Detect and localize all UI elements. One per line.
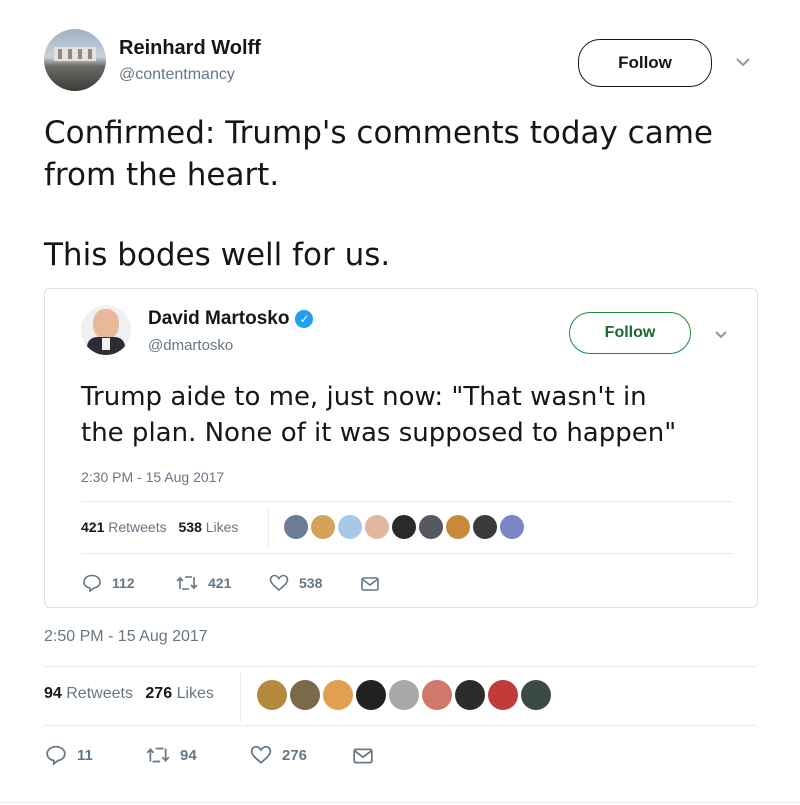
tweet-timestamp[interactable]: 2:50 PM - 15 Aug 2017 bbox=[44, 628, 208, 646]
tweet-message-action[interactable] bbox=[352, 747, 384, 765]
tweet-like-action[interactable]: 276 bbox=[250, 745, 307, 765]
verified-icon: ✓ bbox=[295, 310, 314, 328]
quoted-divider-1 bbox=[81, 501, 733, 502]
liker-avatar[interactable] bbox=[488, 680, 518, 710]
author-name[interactable]: Reinhard Wolff bbox=[119, 37, 261, 60]
like-icon bbox=[250, 745, 272, 764]
liker-avatar[interactable] bbox=[422, 680, 452, 710]
author-handle[interactable]: @contentmancy bbox=[119, 66, 235, 84]
tweet-text-line-1: Confirmed: Trump's comments today came bbox=[44, 115, 713, 151]
reply-icon bbox=[46, 745, 66, 765]
tweet-text-line-2: from the heart. bbox=[44, 157, 280, 193]
liker-avatar[interactable] bbox=[389, 680, 419, 710]
bottom-divider bbox=[0, 802, 800, 803]
retweet-icon bbox=[146, 747, 170, 763]
liker-avatar[interactable] bbox=[365, 515, 389, 539]
follow-button[interactable]: Follow bbox=[578, 39, 712, 87]
liker-avatar[interactable] bbox=[338, 515, 362, 539]
tweet-divider-2 bbox=[44, 725, 756, 726]
liker-avatar[interactable] bbox=[419, 515, 443, 539]
tweet-reply-count: 11 bbox=[77, 746, 93, 764]
liker-avatar[interactable] bbox=[473, 515, 497, 539]
author-avatar[interactable] bbox=[44, 29, 106, 91]
liker-avatar[interactable] bbox=[521, 680, 551, 710]
tweet-text-line-3: This bodes well for us. bbox=[44, 237, 391, 273]
tweet-like-count: 276 bbox=[282, 746, 308, 764]
tweet-likes-label[interactable]: Likes bbox=[177, 685, 214, 702]
quoted-reply-count: 112 bbox=[112, 575, 135, 591]
liker-avatar[interactable] bbox=[290, 680, 320, 710]
quoted-liker-avatars bbox=[284, 515, 527, 539]
quoted-author-name-text[interactable]: David Martosko bbox=[148, 308, 289, 329]
tweet-likes-count[interactable]: 276 bbox=[145, 685, 172, 702]
quoted-likes-label[interactable]: Likes bbox=[206, 519, 239, 535]
tweet-retweet-count: 94 bbox=[180, 746, 197, 764]
chevron-down-icon[interactable] bbox=[735, 55, 751, 67]
quoted-reply-action[interactable]: 112 bbox=[82, 574, 135, 592]
reply-icon bbox=[83, 574, 101, 592]
liker-avatar[interactable] bbox=[500, 515, 524, 539]
quoted-author-name[interactable]: David Martosko ✓ bbox=[148, 308, 314, 330]
tweet-stats: 94 Retweets 276 Likes bbox=[44, 685, 214, 703]
liker-avatar[interactable] bbox=[257, 680, 287, 710]
quoted-text-line-2: the plan. None of it was supposed to hap… bbox=[81, 418, 677, 448]
liker-avatar[interactable] bbox=[392, 515, 416, 539]
message-icon bbox=[361, 577, 379, 591]
tweet-retweet-action[interactable]: 94 bbox=[146, 745, 197, 765]
quoted-retweets-count[interactable]: 421 bbox=[81, 519, 104, 535]
tweet-retweets-label[interactable]: Retweets bbox=[66, 685, 133, 702]
quoted-like-count: 538 bbox=[299, 575, 323, 591]
quoted-like-action[interactable]: 538 bbox=[269, 574, 322, 592]
liker-avatar[interactable] bbox=[284, 515, 308, 539]
tweet-liker-avatars bbox=[257, 680, 554, 710]
liker-avatar[interactable] bbox=[446, 515, 470, 539]
tweet-stats-separator bbox=[240, 672, 241, 722]
like-icon bbox=[269, 574, 289, 592]
message-icon bbox=[353, 748, 373, 764]
quoted-timestamp[interactable]: 2:30 PM - 15 Aug 2017 bbox=[81, 469, 224, 485]
chevron-down-icon[interactable] bbox=[714, 327, 728, 339]
quoted-message-action[interactable] bbox=[360, 576, 390, 592]
quoted-retweet-action[interactable]: 421 bbox=[176, 574, 231, 592]
tweet-retweets-count[interactable]: 94 bbox=[44, 685, 62, 702]
liker-avatar[interactable] bbox=[311, 515, 335, 539]
tweet-divider-1 bbox=[44, 666, 756, 667]
quoted-divider-2 bbox=[81, 553, 733, 554]
quoted-author-avatar[interactable] bbox=[81, 305, 131, 355]
quoted-retweets-label[interactable]: Retweets bbox=[108, 519, 166, 535]
quoted-text-line-1: Trump aide to me, just now: "That wasn't… bbox=[81, 382, 647, 412]
quoted-likes-count[interactable]: 538 bbox=[179, 519, 202, 535]
quoted-stats-separator bbox=[268, 507, 269, 549]
liker-avatar[interactable] bbox=[323, 680, 353, 710]
liker-avatar[interactable] bbox=[455, 680, 485, 710]
quoted-follow-button[interactable]: Follow bbox=[569, 312, 691, 354]
quoted-author-handle[interactable]: @dmartosko bbox=[148, 337, 233, 354]
liker-avatar[interactable] bbox=[356, 680, 386, 710]
retweet-icon bbox=[176, 576, 198, 590]
tweet-reply-action[interactable]: 11 bbox=[45, 745, 93, 765]
quoted-retweet-count: 421 bbox=[208, 575, 232, 591]
quoted-stats: 421 Retweets 538 Likes bbox=[81, 519, 238, 535]
